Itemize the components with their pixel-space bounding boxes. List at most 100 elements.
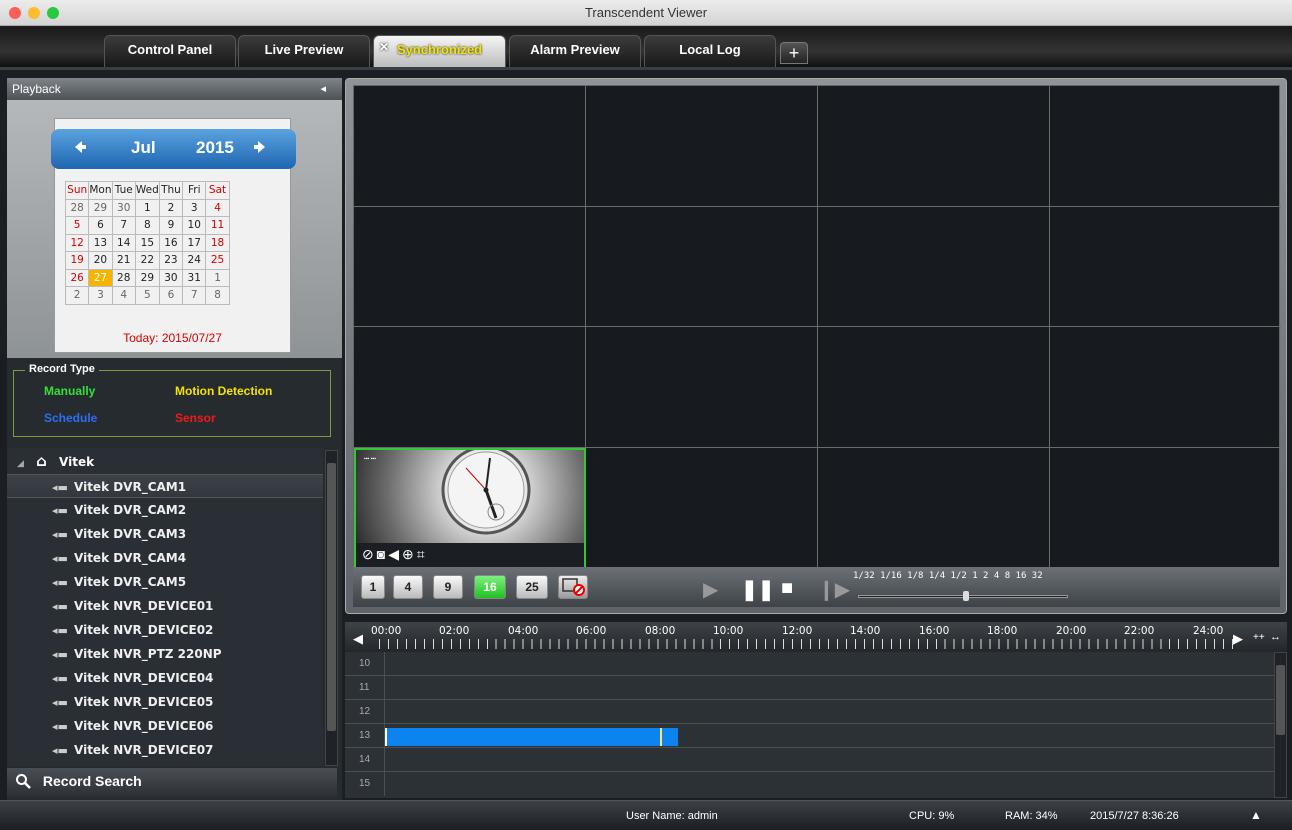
pause-icon[interactable]: ❚❚ [741, 577, 775, 602]
expand-up-icon[interactable]: ▲ [1250, 808, 1262, 822]
tree-item-camera[interactable]: ◂▬ Vitek NVR_PTZ 220NP [7, 642, 323, 666]
next-month-button[interactable] [253, 137, 267, 162]
calendar-day[interactable]: 8 [205, 286, 230, 305]
timeline-right-icon[interactable]: ▶ [1233, 631, 1243, 647]
mute-icon[interactable]: ◀ [388, 546, 402, 562]
prev-month-button[interactable] [73, 137, 87, 163]
close-window-button[interactable] [9, 7, 21, 19]
tree-item-camera[interactable]: ◂▬ Vitek NVR_DEVICE07 [7, 738, 323, 762]
calendar-day[interactable]: 3 [88, 286, 113, 305]
tab-live-preview[interactable]: Live Preview [238, 35, 370, 67]
calendar-day[interactable]: 8 [134, 216, 160, 235]
zoom-out-icon[interactable]: ↔ [1270, 631, 1281, 643]
calendar-day[interactable]: 11 [205, 216, 230, 235]
calendar-day[interactable]: 18 [205, 233, 230, 252]
timeline-left-icon[interactable]: ◀ [353, 631, 363, 647]
tab-local-log[interactable]: Local Log [644, 35, 776, 67]
tree-item-camera[interactable]: ◂▬ Vitek NVR_DEVICE04 [7, 666, 323, 690]
calendar-day[interactable]: 9 [158, 216, 184, 235]
playback-cursor[interactable] [660, 728, 662, 746]
tab-synchronized[interactable]: ✕ Synchronized [373, 35, 506, 67]
step-forward-icon[interactable]: ❙▶ [818, 577, 850, 602]
video-cell[interactable] [586, 327, 818, 448]
tree-item-camera[interactable]: ◂▬ Vitek DVR_CAM3 [7, 522, 323, 546]
fullscreen-icon[interactable]: ⌗ [417, 546, 428, 562]
tree-item-camera[interactable]: ◂▬ Vitek DVR_CAM2 [7, 498, 323, 522]
video-cell[interactable] [818, 448, 1050, 569]
calendar-day[interactable]: 4 [205, 198, 230, 217]
calendar-day-selected[interactable]: 27 [88, 268, 113, 287]
calendar-day[interactable]: 12 [64, 233, 90, 252]
calendar-day[interactable]: 15 [134, 233, 160, 252]
timeline-row[interactable]: 11 [345, 676, 1274, 700]
tree-item-camera[interactable]: ◂▬ Vitek NVR_DEVICE01 [7, 594, 323, 618]
timeline-scroll-thumb[interactable] [1276, 665, 1285, 735]
video-cell[interactable] [586, 207, 818, 327]
calendar-day[interactable]: 21 [111, 251, 136, 270]
calendar-day[interactable]: 14 [111, 233, 136, 252]
calendar-day[interactable]: 17 [182, 233, 207, 252]
calendar-day[interactable]: 19 [64, 251, 90, 270]
video-cell[interactable] [1050, 448, 1281, 569]
tree-root-vitek[interactable]: ◢ ⌂ Vitek [7, 448, 323, 474]
calendar-day[interactable]: 24 [182, 251, 207, 270]
layout-25-button[interactable]: 25 [516, 575, 548, 599]
calendar-day[interactable]: 5 [134, 286, 160, 305]
video-cell[interactable] [354, 86, 586, 207]
layout-4-button[interactable]: 4 [393, 575, 423, 599]
calendar-day[interactable]: 26 [64, 268, 90, 287]
video-cell[interactable] [586, 86, 818, 207]
calendar-day[interactable]: 10 [182, 216, 207, 235]
timeline-row[interactable]: 15 [345, 772, 1274, 796]
calendar-day[interactable]: 29 [134, 268, 160, 287]
add-tab-button[interactable]: + [780, 42, 808, 64]
collapse-icon[interactable]: ◂ [320, 78, 326, 100]
zoom-in-icon[interactable]: ++ [1253, 632, 1265, 643]
calendar-day[interactable]: 29 [88, 198, 113, 217]
calendar-day[interactable]: 1 [205, 268, 230, 287]
video-cell[interactable] [1050, 327, 1281, 448]
layout-1-button[interactable]: 1 [361, 575, 385, 599]
calendar-day[interactable]: 1 [134, 198, 160, 217]
tree-item-camera[interactable]: ◂▬ Vitek DVR_CAM4 [7, 546, 323, 570]
calendar-day[interactable]: 25 [205, 251, 230, 270]
active-video-cell[interactable]: ▪▪▪ ▪▪▪ ⊘◙◀⊕⌗ [354, 445, 586, 569]
calendar-day[interactable]: 16 [158, 233, 184, 252]
video-cell[interactable] [818, 327, 1050, 448]
video-cell[interactable] [1050, 86, 1281, 207]
expand-icon[interactable]: ◢ [17, 459, 24, 469]
calendar-day[interactable]: 3 [182, 198, 207, 217]
video-cell[interactable] [818, 207, 1050, 327]
stop-record-icon[interactable]: ⊘ [362, 546, 377, 562]
timeline-row[interactable]: 12 [345, 700, 1274, 724]
stop-icon[interactable]: ■ [781, 577, 793, 600]
timeline-row[interactable]: 14 [345, 748, 1274, 772]
recording-segment[interactable] [385, 728, 678, 746]
speed-slider-handle[interactable] [963, 591, 969, 601]
calendar-day[interactable]: 7 [182, 286, 207, 305]
timeline-row[interactable]: 10 [345, 652, 1274, 676]
tree-item-camera[interactable]: ◂▬ Vitek DVR_CAM5 [7, 570, 323, 594]
tree-scroll-thumb[interactable] [327, 463, 336, 731]
calendar-day[interactable]: 13 [88, 233, 113, 252]
tab-control-panel[interactable]: Control Panel [104, 35, 236, 67]
calendar-day[interactable]: 30 [111, 198, 136, 217]
video-cell[interactable] [354, 207, 586, 327]
calendar-day[interactable]: 5 [64, 216, 90, 235]
calendar-day[interactable]: 6 [158, 286, 184, 305]
timeline-row[interactable]: 13 [345, 724, 1274, 748]
timeline-ruler[interactable] [379, 639, 1241, 649]
play-icon[interactable]: ▶ [703, 577, 718, 602]
calendar-day[interactable]: 7 [111, 216, 136, 235]
video-cell[interactable] [354, 327, 586, 448]
close-all-button[interactable] [558, 575, 588, 599]
tree-item-camera[interactable]: ◂▬ Vitek NVR_DEVICE02 [7, 618, 323, 642]
tree-scrollbar[interactable] [325, 450, 338, 766]
calendar-day[interactable]: 20 [88, 251, 113, 270]
video-cell[interactable] [586, 448, 818, 569]
video-cell[interactable] [818, 86, 1050, 207]
tree-item-camera[interactable]: ◂▬ Vitek NVR_DEVICE06 [7, 714, 323, 738]
layout-9-button[interactable]: 9 [433, 575, 463, 599]
close-tab-icon[interactable]: ✕ [379, 33, 389, 61]
video-cell[interactable] [1050, 207, 1281, 327]
